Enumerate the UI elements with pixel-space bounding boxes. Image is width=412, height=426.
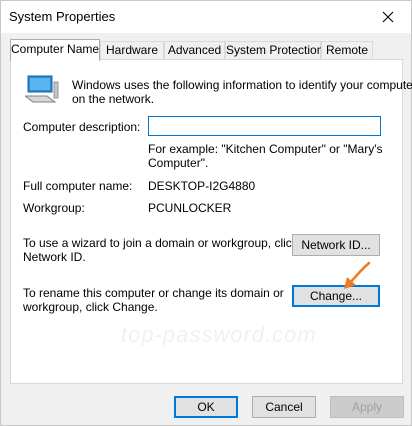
window-title: System Properties [9, 9, 116, 24]
example-text-line-2: Computer". [148, 156, 209, 170]
tab-system-protection[interactable]: System Protection [225, 41, 323, 60]
intro-text-line-2: on the network. [72, 92, 155, 106]
close-button[interactable] [365, 1, 411, 33]
apply-button[interactable]: Apply [330, 396, 404, 418]
computer-name-panel: Windows uses the following information t… [10, 59, 412, 384]
example-text-line-1: For example: "Kitchen Computer" or "Mary… [148, 142, 383, 156]
close-icon [382, 11, 394, 23]
workgroup-label: Workgroup: [23, 201, 85, 215]
tab-advanced[interactable]: Advanced [164, 41, 225, 60]
network-id-button[interactable]: Network ID... [292, 234, 380, 256]
cancel-button[interactable]: Cancel [252, 396, 316, 418]
tab-hardware[interactable]: Hardware [100, 41, 164, 60]
network-id-text-line-1: To use a wizard to join a domain or work… [23, 236, 298, 250]
computer-description-input[interactable] [148, 116, 381, 136]
description-label: Computer description: [23, 120, 141, 134]
rename-text-line-1: To rename this computer or change its do… [23, 286, 284, 300]
full-name-value: DESKTOP-I2G4880 [148, 179, 256, 193]
computer-icon [25, 75, 59, 103]
full-name-label: Full computer name: [23, 179, 133, 193]
watermark: top-password.com [121, 322, 317, 347]
workgroup-value: PCUNLOCKER [148, 201, 232, 215]
tab-remote[interactable]: Remote [321, 41, 373, 60]
intro-text-line-1: Windows uses the following information t… [72, 78, 412, 92]
rename-text-line-2: workgroup, click Change. [23, 300, 158, 314]
title-bar[interactable]: System Properties [1, 1, 411, 33]
tab-computer-name[interactable]: Computer Name [10, 39, 100, 61]
arrow-annotation [344, 261, 371, 289]
system-properties-window: System Properties Computer Name Hardware… [0, 0, 412, 426]
ok-button[interactable]: OK [174, 396, 238, 418]
network-id-text-line-2: Network ID. [23, 250, 86, 264]
